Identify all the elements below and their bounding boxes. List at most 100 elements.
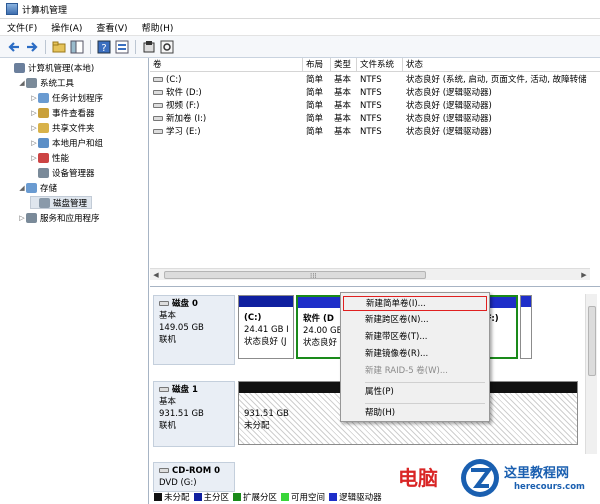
scrollbar-thumb[interactable] [588, 306, 596, 376]
column-filesystem[interactable]: 文件系统 [357, 58, 403, 72]
tree-expander-icon[interactable]: ▷ [30, 139, 38, 147]
partition-d-status: 状态良好 ( [303, 338, 344, 348]
volume-cell: NTFS [360, 75, 382, 85]
cdrom-icon [159, 468, 169, 473]
toolbar-separator [45, 39, 46, 54]
volume-cell: NTFS [360, 114, 382, 124]
volume-cell: 简单 [306, 88, 324, 98]
volume-row[interactable]: 学习 (E:) 简单 基本 NTFS 状态良好 (逻辑驱动器) [150, 126, 600, 138]
tree-item[interactable]: ◢ 系统工具 [18, 76, 74, 89]
tree-item[interactable]: ▷ 任务计划程序 [30, 91, 103, 104]
volume-name-cell: 视频 (F:) [150, 100, 303, 112]
tree-expander-icon[interactable]: ▷ [18, 214, 26, 222]
legend-label: 扩展分区 [243, 492, 278, 503]
tree-item[interactable]: ▷ 本地用户和组 [30, 136, 103, 149]
menu-view[interactable]: 查看(V) [89, 21, 134, 34]
forward-icon[interactable] [24, 39, 40, 55]
tree-item[interactable]: 磁盘管理 [30, 196, 93, 209]
tree-item[interactable]: ▷ 服务和应用程序 [18, 211, 100, 224]
menu-help[interactable]: 帮助(H) [135, 21, 181, 34]
console-tree-icon[interactable] [69, 39, 85, 55]
tree-item[interactable]: 计算机管理(本地) [6, 61, 94, 74]
tree-item[interactable]: ◢ 存储 [18, 181, 57, 194]
users-icon [38, 137, 49, 148]
menu-bar: 文件(F) 操作(A) 查看(V) 帮助(H) [0, 19, 600, 36]
volume-cell: 简单 [306, 127, 324, 137]
tree-expander-icon[interactable]: ◢ [18, 79, 26, 87]
scroll-right-icon[interactable]: ▶ [578, 269, 590, 281]
toolbar-separator [135, 39, 136, 54]
tree-expander-icon[interactable]: ◢ [18, 184, 26, 192]
tree-expander-icon[interactable]: ▷ [30, 124, 38, 132]
menu-file[interactable]: 文件(F) [0, 21, 44, 34]
volume-name-cell: 软件 (D:) [150, 87, 303, 99]
tree-expander-icon[interactable]: ▷ [30, 109, 38, 117]
scroll-left-icon[interactable]: ◀ [150, 269, 162, 281]
context-menu-separator [365, 403, 485, 404]
disk-0-label[interactable]: 磁盘 0 基本 149.05 GB 联机 [153, 295, 235, 365]
volume-row[interactable]: 视频 (F:) 简单 基本 NTFS 状态良好 (逻辑驱动器) [150, 100, 600, 112]
menu-action[interactable]: 操作(A) [44, 21, 89, 34]
legend-label: 可用空间 [291, 492, 326, 503]
disk-1-label[interactable]: 磁盘 1 基本 931.51 GB 联机 [153, 381, 235, 447]
volume-cell: 基本 [334, 101, 352, 111]
cdrom-0-label[interactable]: CD-ROM 0 DVD (G:) [153, 462, 235, 492]
volume-cell: 简单 [306, 101, 324, 111]
up-folder-icon[interactable] [51, 39, 67, 55]
horizontal-scrollbar[interactable]: ◀ ⁞⁞⁞ ▶ [150, 268, 590, 280]
tree-item-label: 本地用户和组 [52, 138, 104, 149]
watermark-site: 这里教程网 [504, 466, 570, 481]
legend-swatch [329, 493, 338, 501]
column-volume[interactable]: 卷 [150, 58, 303, 72]
back-icon[interactable] [6, 39, 22, 55]
refresh-icon[interactable] [159, 39, 175, 55]
partition-c[interactable]: (C:) 24.41 GB I 状态良好 (J [238, 295, 294, 359]
volume-row[interactable]: 软件 (D:) 简单 基本 NTFS 状态良好 (逻辑驱动器) [150, 87, 600, 99]
disk-1-status: 联机 [159, 421, 177, 431]
disk-1-size: 931.51 GB [159, 409, 204, 419]
properties-icon[interactable] [114, 39, 130, 55]
disk-0-name: 磁盘 0 [172, 299, 198, 309]
drive-icon [153, 103, 163, 108]
disk-icon [159, 387, 169, 392]
context-menu-item[interactable]: 帮助(H) [343, 406, 487, 421]
tree-expander-icon[interactable]: ▷ [30, 94, 38, 102]
tree-item[interactable]: 设备管理器 [30, 166, 95, 179]
column-type[interactable]: 类型 [331, 58, 357, 72]
column-status[interactable]: 状态 [403, 58, 600, 72]
disk-1-name: 磁盘 1 [172, 385, 198, 395]
volume-cell: 简单 [306, 114, 324, 124]
help-icon[interactable]: ? [96, 39, 112, 55]
volume-cell: NTFS [360, 88, 382, 98]
computer-icon [14, 62, 25, 73]
scrollbar-thumb[interactable]: ⁞⁞⁞ [164, 271, 426, 280]
tree-item[interactable]: ▷ 事件查看器 [30, 106, 95, 119]
tree-item-label: 服务和应用程序 [40, 213, 100, 224]
context-menu-item[interactable]: 新建镜像卷(R)... [343, 347, 487, 362]
context-menu-item[interactable]: 新建跨区卷(N)... [343, 313, 487, 328]
tree-expander-icon[interactable]: ▷ [30, 154, 38, 162]
legend-swatch [233, 493, 242, 501]
tree-item-label: 性能 [52, 153, 70, 164]
event-viewer-icon [38, 107, 49, 118]
unallocated-size: 931.51 GB [244, 409, 289, 419]
vertical-scrollbar[interactable] [585, 294, 597, 454]
column-layout[interactable]: 布局 [303, 58, 331, 72]
drive-icon [153, 77, 163, 82]
cdrom-0-type: DVD (G:) [159, 478, 197, 488]
tree-item-label: 任务计划程序 [52, 93, 104, 104]
partition-small[interactable] [520, 295, 532, 359]
performance-icon [38, 152, 49, 163]
tree-item[interactable]: ▷ 共享文件夹 [30, 121, 95, 134]
shared-folder-icon [38, 122, 49, 133]
volume-row[interactable]: 新加卷 (I:) 简单 基本 NTFS 状态良好 (逻辑驱动器) [150, 113, 600, 125]
context-menu-item[interactable]: 新建简单卷(I)... [343, 296, 487, 311]
primary-partition-bar [239, 296, 293, 307]
context-menu-item[interactable]: 属性(P) [343, 385, 487, 400]
volume-cell: 状态良好 (逻辑驱动器) [406, 127, 492, 137]
volume-cell: 状态良好 (系统, 启动, 页面文件, 活动, 故障转储 [406, 75, 587, 85]
tree-item[interactable]: ▷ 性能 [30, 151, 69, 164]
export-icon[interactable] [141, 39, 157, 55]
volume-row[interactable]: (C:) 简单 基本 NTFS 状态良好 (系统, 启动, 页面文件, 活动, 故障转储 [150, 74, 600, 86]
context-menu-item[interactable]: 新建带区卷(T)... [343, 330, 487, 345]
